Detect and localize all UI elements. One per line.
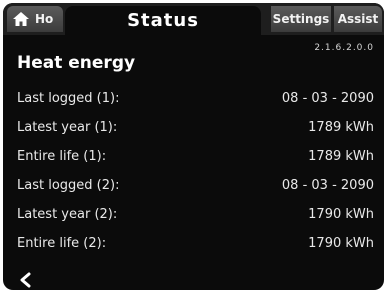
- row-value: 1789 kWh: [308, 149, 374, 164]
- chevron-left-icon[interactable]: [17, 271, 37, 289]
- display-screen: Ho Status Settings Assist 2.1.6.2.0.0 He…: [3, 3, 384, 290]
- home-icon: [13, 12, 29, 26]
- row-value: 1790 kWh: [308, 236, 374, 251]
- list-item: Last logged (1): 08 - 03 - 2090: [3, 91, 384, 120]
- row-label: Last logged (1):: [17, 91, 120, 106]
- row-value: 1790 kWh: [308, 207, 374, 222]
- tab-status-label: Status: [127, 10, 199, 31]
- row-label: Latest year (1):: [17, 120, 118, 135]
- row-label: Latest year (2):: [17, 207, 118, 222]
- tab-status[interactable]: Status: [65, 6, 261, 35]
- tab-assist-label: Assist: [337, 12, 379, 26]
- menu-id: 2.1.6.2.0.0: [314, 43, 374, 53]
- row-label: Last logged (2):: [17, 178, 120, 193]
- tab-home-label: Ho: [35, 12, 54, 26]
- row-label: Entire life (2):: [17, 236, 107, 251]
- row-label: Entire life (1):: [17, 149, 107, 164]
- page-title: Heat energy: [17, 53, 136, 73]
- tab-settings[interactable]: Settings: [271, 6, 331, 32]
- tab-bar: Ho Status Settings Assist: [3, 3, 384, 35]
- tab-home[interactable]: Ho: [7, 6, 63, 32]
- tab-settings-label: Settings: [272, 12, 330, 26]
- list-item: Entire life (2): 1790 kWh: [3, 236, 384, 265]
- tab-assist[interactable]: Assist: [334, 6, 382, 32]
- row-value: 1789 kWh: [308, 120, 374, 135]
- list-item: Last logged (2): 08 - 03 - 2090: [3, 178, 384, 207]
- list-item: Latest year (1): 1789 kWh: [3, 120, 384, 149]
- list-item: Entire life (1): 1789 kWh: [3, 149, 384, 178]
- row-value: 08 - 03 - 2090: [281, 178, 374, 193]
- row-value: 08 - 03 - 2090: [281, 91, 374, 106]
- list-item: Latest year (2): 1790 kWh: [3, 207, 384, 236]
- info-list: Last logged (1): 08 - 03 - 2090 Latest y…: [3, 91, 384, 265]
